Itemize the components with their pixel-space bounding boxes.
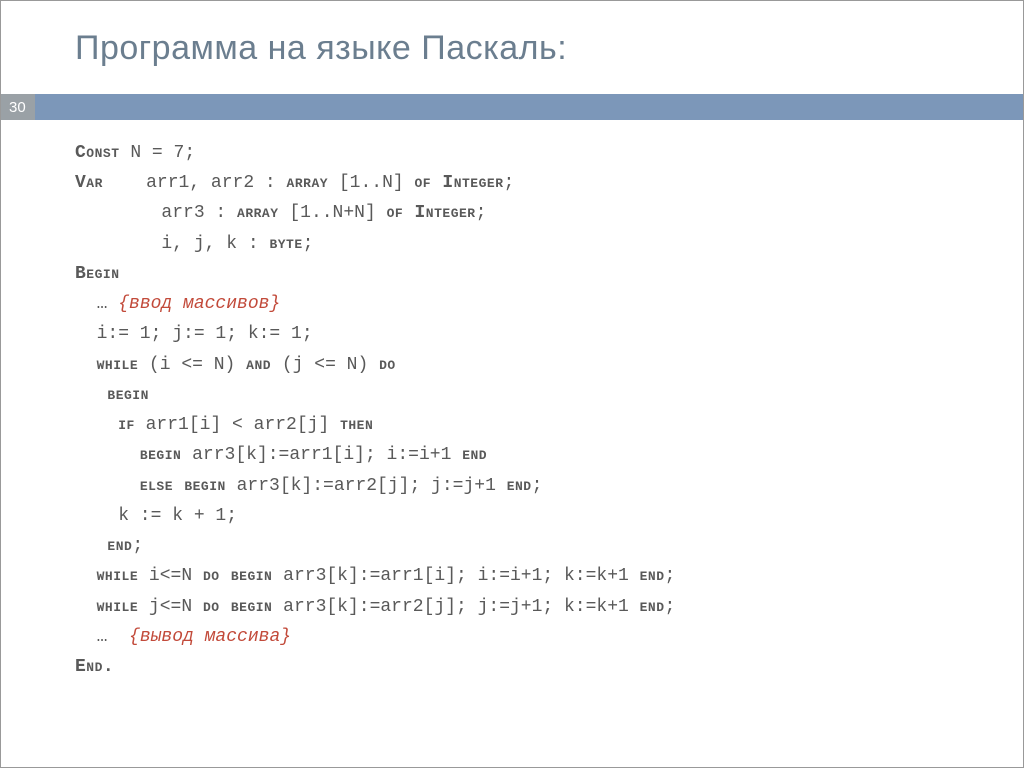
code-text: (j <= N) (271, 355, 379, 375)
kw-end: end (640, 597, 665, 617)
slide-title: Программа на языке Паскаль: (1, 1, 1023, 78)
code-text (75, 385, 107, 405)
kw-while: while (97, 566, 139, 586)
kw-do-begin: do begin (203, 566, 272, 586)
kw-do: do (379, 355, 396, 375)
code-text: (i <= N) (138, 355, 246, 375)
kw-and: and (246, 355, 271, 375)
kw-do-begin: do begin (203, 597, 272, 617)
code-text: ; (132, 536, 143, 556)
code-text: i:= 1; j:= 1; k:= 1; (75, 324, 313, 344)
kw-array: array (237, 203, 279, 223)
code-text (75, 597, 97, 617)
kw-end: End. (75, 657, 114, 677)
kw-byte: byte (269, 234, 302, 254)
code-text: ; (665, 597, 676, 617)
comment-output: {вывод массива} (129, 627, 291, 647)
code-text: arr3 : (75, 203, 237, 223)
code-text: ; (303, 234, 314, 254)
code-text: arr1, arr2 : (103, 173, 287, 193)
kw-begin: begin (140, 445, 182, 465)
code-text (75, 445, 140, 465)
code-text (75, 476, 140, 496)
kw-while: while (97, 355, 139, 375)
code-text: [1..N+N] (279, 203, 387, 223)
code-text: … (75, 294, 118, 314)
kw-then: then (340, 415, 373, 435)
kw-end: end (640, 566, 665, 586)
header-bar: 30 (1, 94, 1023, 120)
kw-end: end (107, 536, 132, 556)
kw-end: end (507, 476, 532, 496)
code-block: Const N = 7; Var arr1, arr2 : array [1..… (1, 120, 1023, 682)
code-text: arr1[i] < arr2[j] (135, 415, 340, 435)
code-text (75, 536, 107, 556)
code-text: arr3[k]:=arr1[i]; i:=i+1; k:=k+1 (272, 566, 639, 586)
page-number-badge: 30 (1, 94, 35, 120)
code-text: ; (532, 476, 543, 496)
kw-end: end (462, 445, 487, 465)
kw-array: array (287, 173, 329, 193)
kw-while: while (97, 597, 139, 617)
code-text: ; (504, 173, 515, 193)
code-text: i, j, k : (75, 234, 269, 254)
kw-if: if (118, 415, 135, 435)
code-text: [1..N] (328, 173, 414, 193)
kw-else-begin: else begin (140, 476, 226, 496)
code-text: ; (476, 203, 487, 223)
code-text: arr3[k]:=arr2[j]; j:=j+1 (226, 476, 507, 496)
code-text: … (75, 627, 129, 647)
code-text (75, 415, 118, 435)
code-text: ; (665, 566, 676, 586)
code-text (75, 355, 97, 375)
decorative-bar (35, 94, 1023, 120)
code-text: arr3[k]:=arr2[j]; j:=j+1; k:=k+1 (272, 597, 639, 617)
code-text: N = 7; (120, 143, 196, 163)
kw-begin: begin (107, 385, 149, 405)
code-text: i<=N (138, 566, 203, 586)
comment-input: {ввод массивов} (118, 294, 280, 314)
slide: Программа на языке Паскаль: 30 Const N =… (0, 0, 1024, 768)
code-text: k := k + 1; (75, 506, 237, 526)
kw-var: Var (75, 173, 103, 193)
kw-const: Const (75, 143, 120, 163)
kw-begin: Begin (75, 264, 120, 284)
kw-of-integer: of Integer (414, 173, 503, 193)
code-text: j<=N (138, 597, 203, 617)
code-text: arr3[k]:=arr1[i]; i:=i+1 (181, 445, 462, 465)
code-text (75, 566, 97, 586)
kw-of-integer: of Integer (387, 203, 476, 223)
